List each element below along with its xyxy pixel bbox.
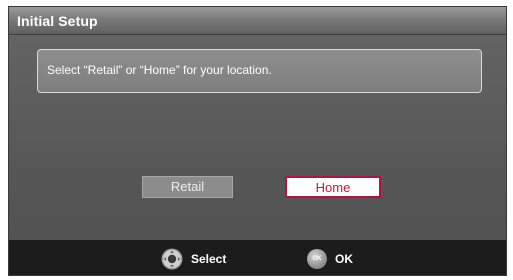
ok-hint-label: OK	[335, 252, 353, 266]
instruction-text: Select “Retail” or “Home” for your locat…	[47, 63, 272, 77]
dpad-icon	[161, 248, 183, 270]
ok-button-icon: OK	[307, 249, 327, 269]
initial-setup-screen: Initial Setup Select “Retail” or “Home” …	[8, 6, 507, 276]
message-box: Select “Retail” or “Home” for your locat…	[37, 49, 482, 93]
footer-hint-bar: Select OK OK	[9, 240, 506, 275]
title-bar: Initial Setup	[9, 7, 506, 35]
select-hint-label: Select	[191, 252, 227, 266]
home-button[interactable]: Home	[285, 176, 381, 198]
page-title: Initial Setup	[17, 13, 98, 29]
select-hint: Select	[161, 248, 227, 270]
ok-hint: OK OK	[307, 249, 353, 269]
retail-button[interactable]: Retail	[142, 176, 233, 198]
